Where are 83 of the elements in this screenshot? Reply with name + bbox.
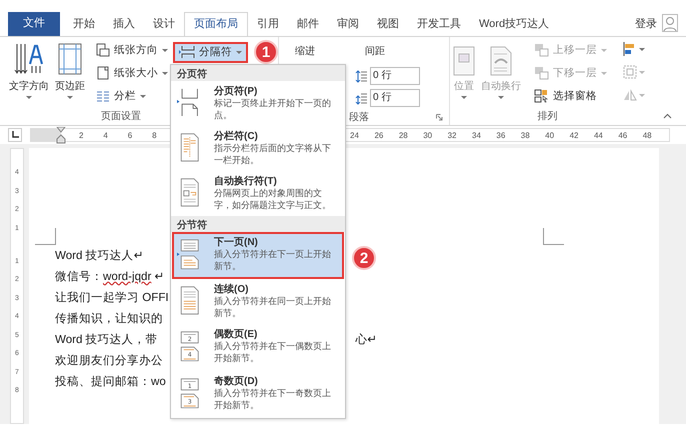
ribbon-large-button[interactable]: 页边距 (52, 40, 88, 101)
group-label: 排列 (536, 110, 558, 124)
document-line: Word 技巧达人，带 (55, 332, 158, 347)
ruler-number: 6 (126, 130, 134, 140)
text-direction-icon (14, 42, 44, 76)
document-line: Word 技巧达人↵ (55, 248, 144, 263)
ruler-number: 28 (398, 130, 409, 140)
ribbon-tab[interactable]: 邮件 (288, 13, 328, 36)
ruler-number: 44 (592, 130, 604, 140)
document-text-fragment: 心↵ (355, 332, 377, 347)
menu-item[interactable]: 连续(O) 插入分节符并在同一页上开始新节。 (172, 279, 344, 324)
ribbon-small-button[interactable]: 纸张大小 (94, 63, 170, 83)
ruler-number: 40 (544, 130, 556, 140)
rotate-icon (623, 88, 637, 102)
group-objects-icon (623, 65, 637, 79)
ruler-number: 34 (471, 130, 482, 140)
page-margins-icon (57, 42, 83, 76)
ruler-number: 48 (642, 130, 653, 140)
ribbon-tab[interactable]: 页面布局 (184, 12, 248, 37)
ribbon-small-button[interactable]: 纸张方向 (94, 40, 170, 60)
ribbon-small-button[interactable]: 选择窗格 (532, 86, 609, 106)
ribbon-tab[interactable]: 审阅 (328, 13, 368, 36)
ruler-number: 4 (102, 130, 109, 140)
indent-marker-icon[interactable] (56, 127, 66, 145)
user-avatar-icon[interactable] (662, 14, 678, 32)
group-label: 页面设置 (101, 111, 141, 122)
ruler-number: 2 (78, 130, 84, 140)
selection-pane-icon (534, 89, 549, 103)
document-line: 欢迎朋友们分享办公 (55, 353, 163, 368)
align-icon (623, 42, 637, 56)
collapse-ribbon-icon[interactable] (663, 113, 672, 119)
sign-in-link[interactable]: 登录 (635, 16, 657, 30)
orientation-icon (96, 43, 110, 57)
spacing-field[interactable]: 0 行 (370, 89, 420, 107)
margin-corner-mark (543, 228, 564, 245)
group-label: 段落 (349, 110, 369, 124)
spacing-before-icon (355, 70, 368, 82)
left-tab-icon (11, 131, 19, 139)
ruler-number: 38 (520, 130, 531, 140)
menu-section-header: 分节符 (171, 216, 345, 232)
ruler-number: 30 (422, 130, 434, 140)
send-backward-icon (534, 66, 549, 80)
spacing-after-icon (355, 92, 368, 104)
ruler-number: 8 (151, 130, 158, 140)
text-wrap-icon (490, 46, 512, 76)
spacing-field[interactable]: 0 行 (370, 67, 420, 85)
dialog-launcher-icon[interactable] (436, 114, 443, 120)
ribbon-large-button[interactable]: 文字方向 (6, 40, 52, 101)
spacing-label: 间距 (365, 45, 385, 58)
indent-label: 缩进 (295, 44, 315, 58)
callout-number-badge: 1 (254, 40, 278, 64)
tab-selector[interactable] (8, 128, 22, 142)
menu-item[interactable]: 自动换行符(T) 分隔网页上的对象周围的文字，如分隔题注文字与正文。 (172, 171, 344, 216)
ruler-number: 46 (617, 130, 628, 140)
ruler-number: 36 (495, 130, 506, 140)
ribbon-tab[interactable]: 文件 (8, 12, 60, 36)
document-line: 投稿、提问邮箱：wo (55, 374, 166, 389)
document-line: 传播知识，让知识的 (55, 311, 163, 326)
ribbon-small-button[interactable]: 分栏 (94, 86, 170, 106)
ribbon-tab[interactable]: 设计 (144, 13, 184, 36)
breaks-button[interactable]: 分隔符 (173, 42, 248, 62)
ribbon-tab[interactable]: 引用 (248, 13, 288, 36)
ribbon-tab[interactable]: 插入 (104, 13, 144, 36)
position-icon (453, 46, 475, 76)
document-line: 微信号：word-jqdr ↵ (55, 269, 164, 284)
page-size-icon (96, 66, 110, 80)
margin-corner-mark (35, 228, 56, 245)
document-line: 让我们一起学习 OFFI (55, 290, 169, 305)
bring-forward-icon (534, 43, 549, 57)
breaks-icon (179, 45, 195, 59)
columns-icon (96, 89, 110, 103)
ruler-number: 32 (446, 130, 458, 140)
menu-item[interactable]: 分页符(P) 标记一页终止并开始下一页的点。 (172, 81, 344, 126)
menu-item[interactable]: 分栏符(C) 指示分栏符后面的文字将从下一栏开始。 (172, 126, 344, 171)
ruler-number: 26 (373, 130, 384, 140)
ruler-number: 24 (349, 130, 360, 140)
menu-section-header: 分页符 (171, 65, 345, 81)
ribbon-tab[interactable]: 开始 (64, 13, 104, 36)
ruler-number: 42 (568, 130, 580, 140)
ribbon-tab[interactable]: 开发工具 (408, 13, 470, 36)
ribbon-tab[interactable]: 视图 (368, 13, 408, 36)
ribbon-tab[interactable]: Word技巧达人 (470, 13, 558, 36)
ribbon-icon-button[interactable] (623, 40, 645, 58)
